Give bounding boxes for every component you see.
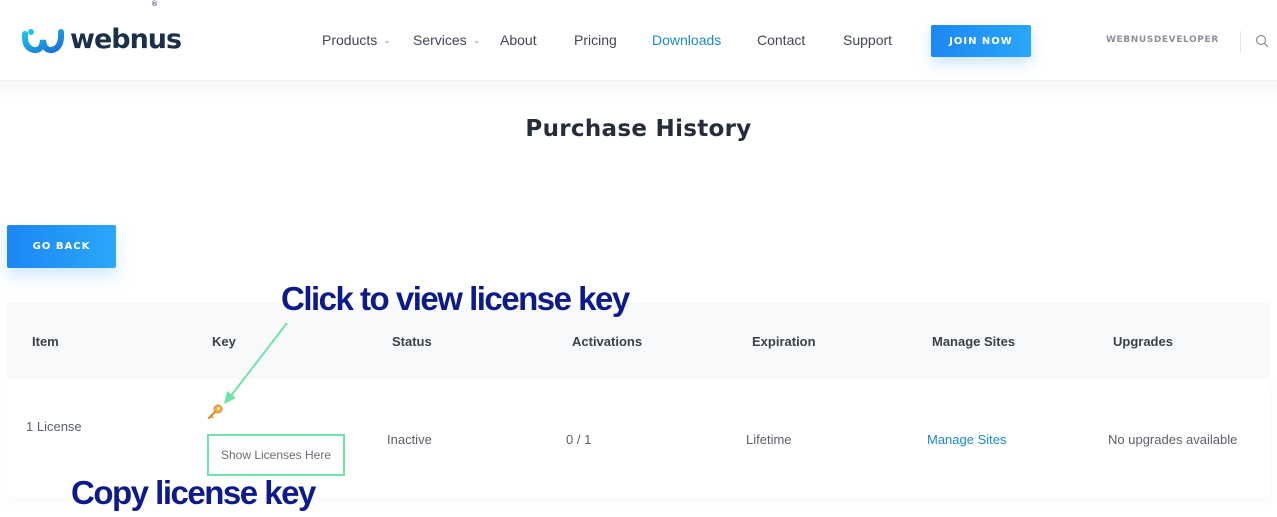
nav-services[interactable]: Services ⌄ (413, 32, 480, 48)
nav-pricing[interactable]: Pricing (574, 32, 617, 48)
chevron-down-icon: ⌄ (383, 35, 391, 45)
go-back-button[interactable]: GO BACK (7, 225, 116, 268)
row-activations: 0 / 1 (566, 432, 592, 447)
column-header-item: Item (32, 334, 59, 349)
row-item: 1 License (26, 419, 82, 434)
nav-support[interactable]: Support (843, 32, 892, 48)
page-title: Purchase History (525, 116, 752, 142)
chevron-down-icon: ⌄ (472, 35, 481, 45)
annotation-copy-license-key: Copy license key (71, 474, 316, 511)
nav-downloads[interactable]: Downloads (652, 32, 721, 48)
site-header: webnus ® Products ⌄ Services ⌄ About Prici… (0, 0, 1277, 81)
column-header-key: Key (212, 334, 236, 349)
nav-about[interactable]: About (500, 32, 537, 48)
column-header-activations: Activations (572, 334, 643, 349)
column-header-manage-sites: Manage Sites (932, 334, 1016, 349)
column-header-expiration: Expiration (752, 334, 816, 349)
nav-services-label: Services (413, 32, 467, 48)
logo-registered-mark: ® (151, 0, 158, 8)
row-status: Inactive (387, 432, 432, 447)
key-icon[interactable] (206, 403, 224, 421)
webnus-logo-icon (22, 28, 64, 53)
header-divider (1240, 31, 1241, 53)
nav-products[interactable]: Products ⌄ (322, 32, 391, 48)
logo-text: webnus (70, 24, 182, 55)
nav-contact[interactable]: Contact (757, 32, 805, 48)
column-header-status: Status (392, 334, 432, 349)
row-upgrades: No upgrades available (1108, 432, 1238, 447)
row-expiration: Lifetime (746, 432, 792, 447)
username-link[interactable]: WEBNUSDEVELOPER (1106, 35, 1219, 45)
join-now-button[interactable]: JOIN NOW (931, 25, 1031, 57)
manage-sites-link[interactable]: Manage Sites (927, 432, 1007, 447)
nav-products-label: Products (322, 32, 378, 48)
show-licenses-button[interactable]: Show Licenses Here (207, 434, 345, 476)
page-band (0, 81, 1277, 103)
annotation-view-license-key: Click to view license key (281, 280, 630, 317)
column-header-upgrades: Upgrades (1113, 334, 1173, 349)
webnus-logo[interactable]: webnus (22, 24, 182, 55)
search-icon[interactable] (1255, 34, 1269, 48)
